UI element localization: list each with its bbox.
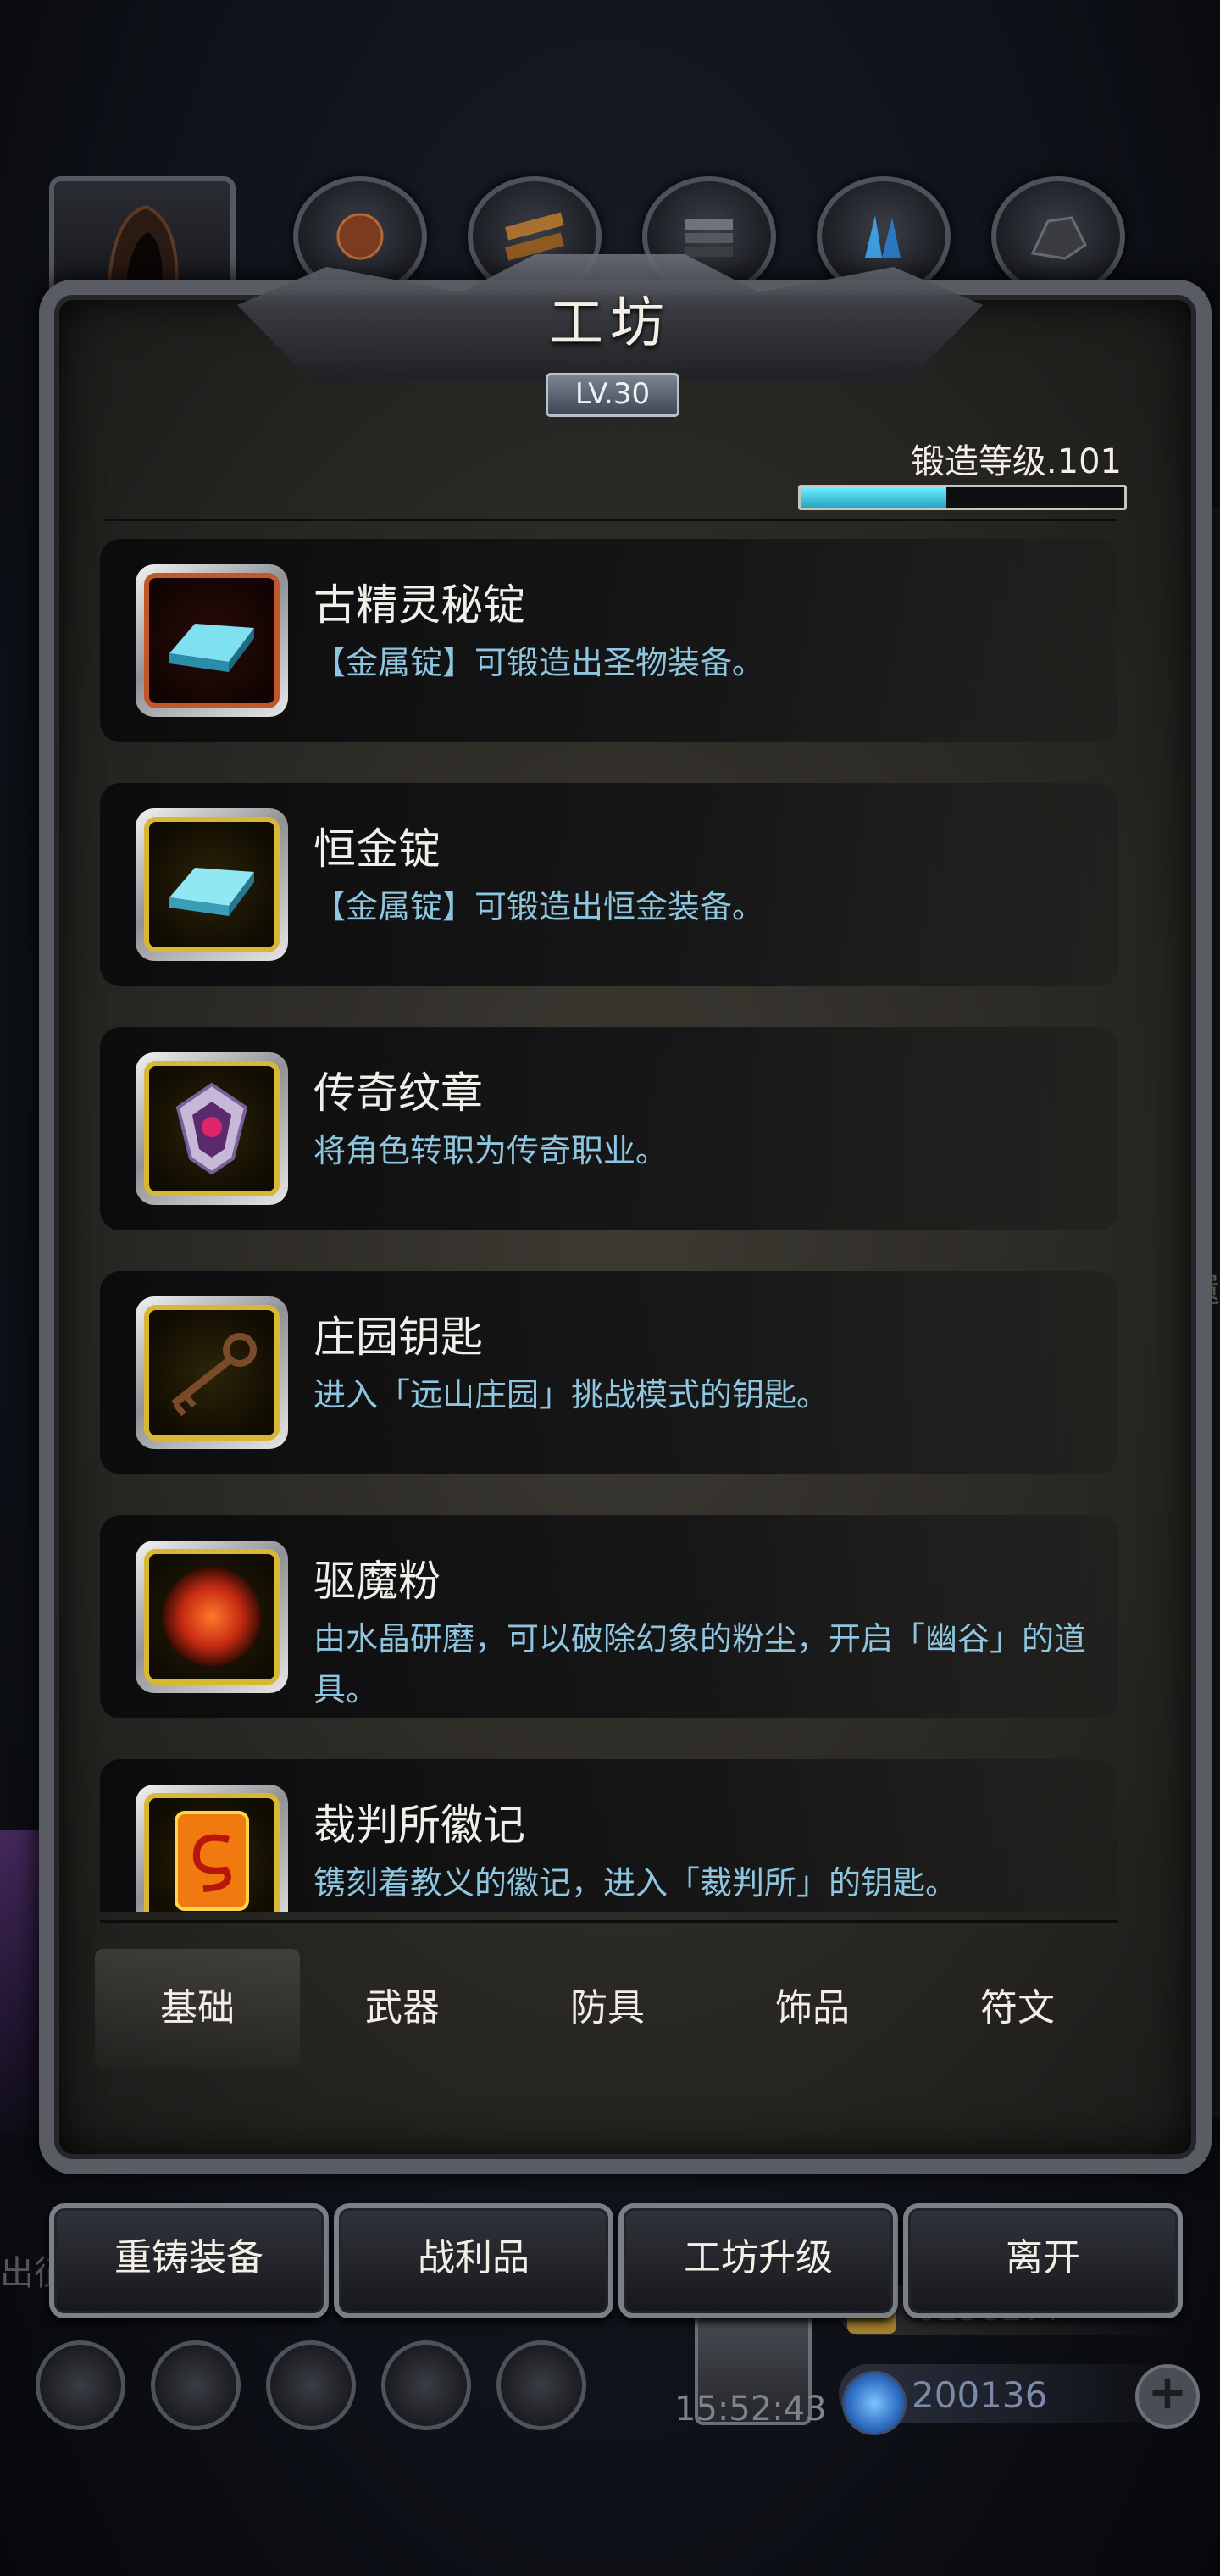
item-slot (136, 1296, 288, 1449)
list-item[interactable]: 庄园钥匙 进入「远山庄园」挑战模式的钥匙。 (100, 1271, 1118, 1474)
forge-progress-fill (801, 487, 946, 508)
item-name: 裁判所徽记 (313, 1801, 525, 1850)
settings-icon[interactable] (36, 2340, 125, 2430)
powder-icon (163, 1568, 261, 1666)
divider (103, 519, 1117, 521)
item-slot (136, 808, 288, 961)
item-slot (136, 1785, 288, 1912)
ore-icon (1030, 216, 1087, 260)
level-badge: LV.30 (546, 373, 679, 417)
item-name: 传奇纹章 (313, 1069, 483, 1118)
item-description: 由水晶研磨，可以破除幻象的粉尘，开启「幽谷」的道具。 (313, 1620, 1087, 1708)
item-slot (136, 1541, 288, 1693)
item-slot (136, 1052, 288, 1205)
item-description: 【金属锭】可锻造出恒金装备。 (313, 888, 765, 925)
upgrade-workshop-button[interactable]: 工坊升级 (618, 2203, 898, 2318)
gear-icon[interactable] (496, 2340, 586, 2430)
gem-value: 200136 (912, 2374, 1048, 2416)
forge-progress-bar (798, 485, 1127, 510)
key-icon (171, 1333, 257, 1417)
list-item[interactable]: 古精灵秘锭 【金属锭】可锻造出圣物装备。 (100, 539, 1118, 742)
item-description: 将角色转职为传奇职业。 (313, 1132, 668, 1169)
add-gems-button[interactable]: + (1135, 2364, 1200, 2429)
list-item[interactable]: 恒金锭 【金属锭】可锻造出恒金装备。 (100, 783, 1118, 986)
item-name: 驱魔粉 (313, 1557, 441, 1606)
item-frame (144, 1061, 280, 1196)
list-item[interactable]: 驱魔粉 由水晶研磨，可以破除幻象的粉尘，开启「幽谷」的道具。 (100, 1515, 1118, 1718)
divider (100, 1920, 1118, 1923)
top-tab-ore[interactable] (991, 176, 1125, 297)
material-list[interactable]: 古精灵秘锭 【金属锭】可锻造出圣物装备。 恒金锭 【金属锭】可锻造出恒金装备。 (100, 539, 1118, 1912)
list-item[interactable]: 传奇纹章 将角色转职为传奇职业。 (100, 1027, 1118, 1230)
item-slot (136, 564, 288, 717)
item-frame (144, 1793, 280, 1912)
category-tabs: 基础 武器 防具 饰品 符文 (95, 1949, 1120, 2068)
loot-button[interactable]: 战利品 (334, 2203, 613, 2318)
item-frame (144, 1549, 280, 1685)
tab-armor[interactable]: 防具 (505, 1949, 710, 2068)
orb-icon (336, 213, 384, 260)
item-description: 【金属锭】可锻造出圣物装备。 (313, 644, 765, 681)
crystal-shards-icon (865, 215, 901, 258)
rank-icon[interactable] (266, 2340, 356, 2430)
item-frame (144, 573, 280, 708)
clock-time: 15:52:43 (674, 2390, 827, 2429)
item-name: 恒金锭 (313, 824, 441, 874)
item-description: 镌刻着教义的徽记，进入「裁判所」的钥匙。 (313, 1864, 958, 1901)
item-description: 进入「远山庄园」挑战模式的钥匙。 (313, 1376, 829, 1413)
seal-icon (175, 1811, 249, 1911)
item-frame (144, 817, 280, 952)
blue-ingot-icon (169, 624, 254, 672)
star-icon[interactable] (151, 2340, 241, 2430)
tab-runes[interactable]: 符文 (915, 1949, 1120, 2068)
emblem-icon (175, 1082, 248, 1175)
tab-weapons[interactable]: 武器 (300, 1949, 505, 2068)
page-title: 工坊 (549, 292, 671, 355)
item-name: 古精灵秘锭 (313, 580, 525, 630)
item-frame (144, 1305, 280, 1441)
tab-accessories[interactable]: 饰品 (710, 1949, 915, 2068)
mail-icon[interactable] (381, 2340, 471, 2430)
leave-button[interactable]: 离开 (903, 2203, 1183, 2318)
list-item[interactable]: 裁判所徽记 镌刻着教义的徽记，进入「裁判所」的钥匙。 (100, 1759, 1118, 1912)
blue-ingot-icon (169, 868, 254, 916)
item-name: 庄园钥匙 (313, 1313, 483, 1362)
tab-basic[interactable]: 基础 (95, 1949, 300, 2068)
forge-level-label: 锻造等级.101 (910, 442, 1122, 481)
reforge-button[interactable]: 重铸装备 (49, 2203, 329, 2318)
gem-icon (842, 2371, 907, 2435)
